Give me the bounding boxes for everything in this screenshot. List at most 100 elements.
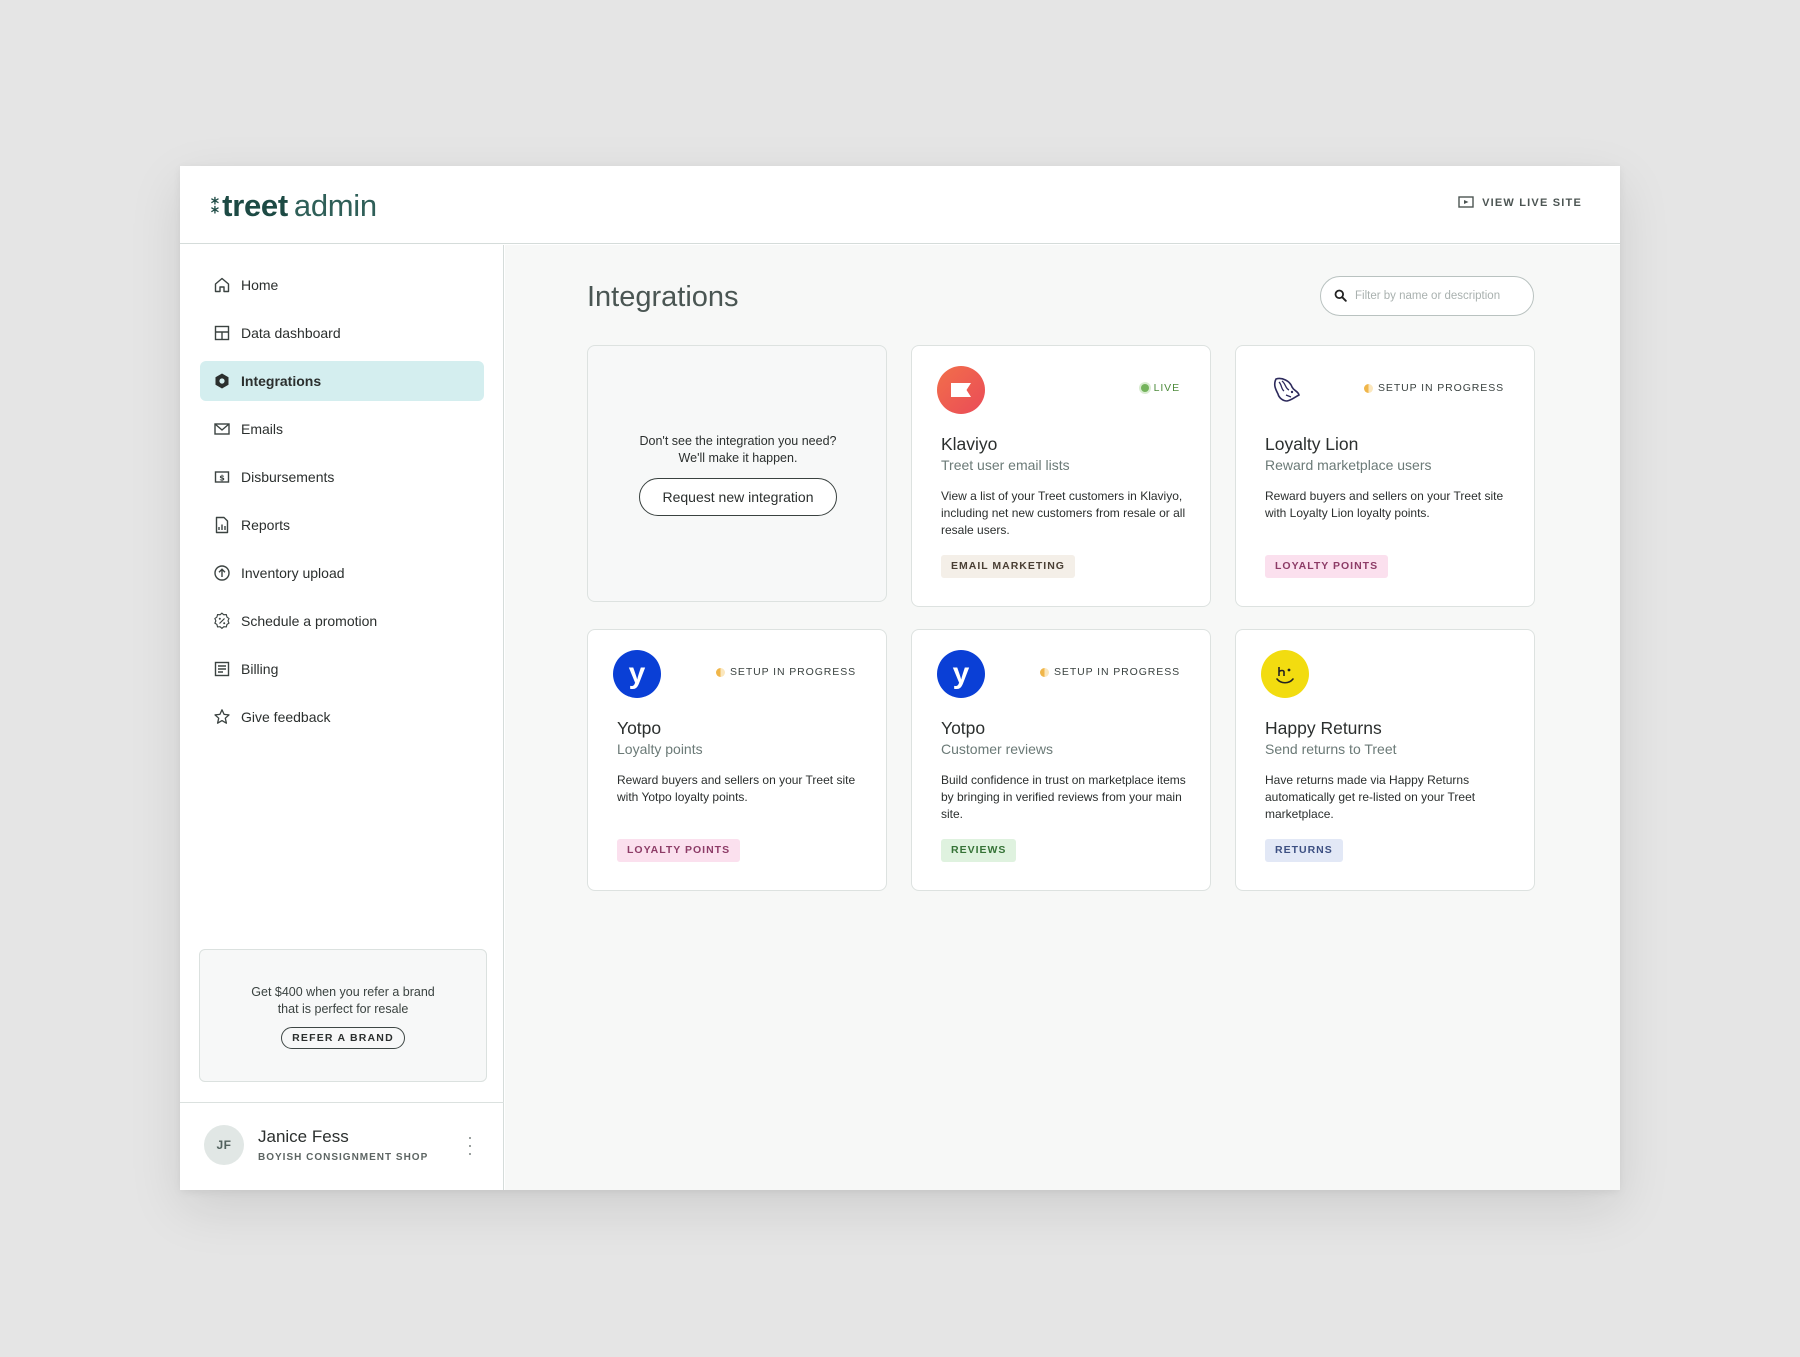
- avatar[interactable]: JF: [204, 1125, 244, 1165]
- card-tag: EMAIL MARKETING: [941, 555, 1075, 578]
- sidebar-item-billing[interactable]: Billing: [200, 649, 484, 689]
- card-subtitle: Customer reviews: [941, 741, 1054, 757]
- referral-text: Get $400 when you refer a brand that is …: [251, 985, 435, 1016]
- status-dot-icon: [1040, 667, 1050, 677]
- percent-badge-icon: [213, 612, 231, 630]
- card-title: Yotpo: [941, 718, 986, 738]
- sidebar-item-emails[interactable]: Emails: [200, 409, 484, 449]
- card-subtitle: Reward marketplace users: [1265, 457, 1432, 473]
- card-description: Have returns made via Happy Returns auto…: [1265, 773, 1476, 821]
- integration-card-yotpo-reviews[interactable]: y SETUP IN PROGRESS Yotpo Customer revie…: [911, 629, 1211, 891]
- svg-text:$: $: [219, 473, 225, 482]
- sidebar-item-label: Schedule a promotion: [241, 613, 378, 629]
- integration-card-happy-returns[interactable]: Happy Returns Send returns to Treet Have…: [1235, 629, 1535, 891]
- sidebar-item-label: Integrations: [241, 373, 322, 389]
- status-badge: SETUP IN PROGRESS: [716, 666, 856, 678]
- card-title: Happy Returns: [1265, 718, 1382, 738]
- sidebar-item-label: Disbursements: [241, 469, 335, 485]
- request-integration-card: Don't see the integration you need? We'l…: [587, 345, 887, 602]
- card-tag: RETURNS: [1265, 839, 1343, 862]
- search-icon: [1334, 289, 1347, 307]
- status-label: LIVE: [1153, 382, 1180, 394]
- sidebar-item-label: Reports: [241, 517, 291, 533]
- status-dot-icon: [1364, 383, 1374, 393]
- referral-box: Get $400 when you refer a brand that is …: [199, 949, 487, 1082]
- search-box: [1320, 276, 1534, 316]
- request-text-line2: We'll make it happen.: [678, 451, 798, 465]
- happy-returns-logo: [1261, 650, 1309, 698]
- mail-icon: [213, 420, 231, 438]
- integration-card-yotpo-loyalty[interactable]: y SETUP IN PROGRESS Yotpo Loyalty points…: [587, 629, 887, 891]
- dashboard-icon: [213, 324, 231, 342]
- request-integration-text: Don't see the integration you need? We'l…: [588, 433, 888, 467]
- sidebar-item-label: Emails: [241, 421, 284, 437]
- report-icon: [213, 516, 231, 534]
- card-tag: LOYALTY POINTS: [1265, 555, 1389, 578]
- sidebar-item-home[interactable]: Home: [200, 265, 484, 305]
- card-title: Loyalty Lion: [1265, 434, 1359, 454]
- sidebar-item-inventory-upload[interactable]: Inventory upload: [200, 553, 484, 593]
- more-options-icon[interactable]: · · ·: [466, 1128, 474, 1162]
- view-live-site-label: VIEW LIVE SITE: [1482, 196, 1582, 209]
- logo-suffix: admin: [293, 188, 377, 223]
- card-subtitle: Treet user email lists: [941, 457, 1070, 473]
- integration-card-loyalty-lion[interactable]: SETUP IN PROGRESS Loyalty Lion Reward ma…: [1235, 345, 1535, 607]
- user-profile: JF Janice Fess BOYISH CONSIGNMENT SHOP ·…: [180, 1102, 504, 1190]
- status-label: SETUP IN PROGRESS: [1054, 666, 1180, 678]
- sidebar-item-data-dashboard[interactable]: Data dashboard: [200, 313, 484, 353]
- integration-card-klaviyo[interactable]: LIVE Klaviyo Treet user email lists View…: [911, 345, 1211, 607]
- home-icon: [213, 276, 231, 294]
- status-dot-icon: [1140, 384, 1149, 392]
- card-title: Yotpo: [617, 718, 662, 738]
- page-title: Integrations: [587, 281, 739, 313]
- request-text-line1: Don't see the integration you need?: [639, 434, 837, 448]
- card-tag: REVIEWS: [941, 839, 1017, 862]
- search-input[interactable]: [1355, 286, 1525, 306]
- yotpo-logo: y: [937, 650, 985, 698]
- top-bar: ⁑ treet admin VIEW LIVE SITE: [180, 166, 1620, 244]
- refer-a-brand-button[interactable]: REFER A BRAND: [281, 1027, 405, 1049]
- spark-icon: ⁑: [210, 196, 221, 218]
- status-label: SETUP IN PROGRESS: [730, 666, 856, 678]
- status-badge: SETUP IN PROGRESS: [1364, 382, 1504, 394]
- status-dot-icon: [716, 667, 726, 677]
- sidebar-item-label: Home: [241, 277, 279, 293]
- sidebar-item-label: Data dashboard: [241, 325, 341, 341]
- sidebar-item-disbursements[interactable]: $ Disbursements: [200, 457, 484, 497]
- sidebar-item-reports[interactable]: Reports: [200, 505, 484, 545]
- sidebar-item-schedule-promotion[interactable]: Schedule a promotion: [200, 601, 484, 641]
- card-description: Reward buyers and sellers on your Treet …: [1265, 489, 1504, 520]
- view-live-site-link[interactable]: VIEW LIVE SITE: [1458, 196, 1582, 209]
- card-tag: LOYALTY POINTS: [617, 839, 741, 862]
- status-badge: SETUP IN PROGRESS: [1040, 666, 1180, 678]
- status-label: SETUP IN PROGRESS: [1378, 382, 1504, 394]
- sidebar-item-give-feedback[interactable]: Give feedback: [200, 697, 484, 737]
- billing-icon: [213, 660, 231, 678]
- request-new-integration-button[interactable]: Request new integration: [639, 478, 837, 516]
- sidebar-item-label: Give feedback: [241, 709, 331, 725]
- treet-admin-logo[interactable]: ⁑ treet admin: [210, 188, 377, 224]
- card-title: Klaviyo: [941, 434, 998, 454]
- sidebar-item-label: Billing: [241, 661, 279, 677]
- monitor-play-icon: [1458, 196, 1474, 209]
- upload-icon: [213, 564, 231, 582]
- card-description: Reward buyers and sellers on your Treet …: [617, 773, 856, 804]
- sidebar-item-integrations[interactable]: Integrations: [200, 361, 484, 401]
- star-icon: [213, 708, 231, 726]
- app-window: ⁑ treet admin VIEW LIVE SITE Home Data d…: [180, 166, 1620, 1190]
- klaviyo-logo: [937, 366, 985, 414]
- status-badge: LIVE: [1140, 382, 1180, 394]
- sidebar-nav: Home Data dashboard Integrations Emails …: [200, 265, 484, 745]
- main-content: Integrations Don't see the integration y…: [505, 245, 1620, 1190]
- hexagon-icon: [213, 372, 231, 390]
- sidebar: Home Data dashboard Integrations Emails …: [180, 245, 504, 1190]
- loyalty-lion-logo: [1261, 366, 1309, 414]
- card-description: View a list of your Treet customers in K…: [941, 489, 1186, 537]
- card-subtitle: Loyalty points: [617, 741, 703, 757]
- sidebar-item-label: Inventory upload: [241, 565, 345, 581]
- card-description: Build confidence in trust on marketplace…: [941, 773, 1186, 821]
- user-shop-name: BOYISH CONSIGNMENT SHOP: [258, 1152, 429, 1163]
- user-name: Janice Fess: [258, 1127, 349, 1146]
- dollar-icon: $: [213, 468, 231, 486]
- yotpo-logo: y: [613, 650, 661, 698]
